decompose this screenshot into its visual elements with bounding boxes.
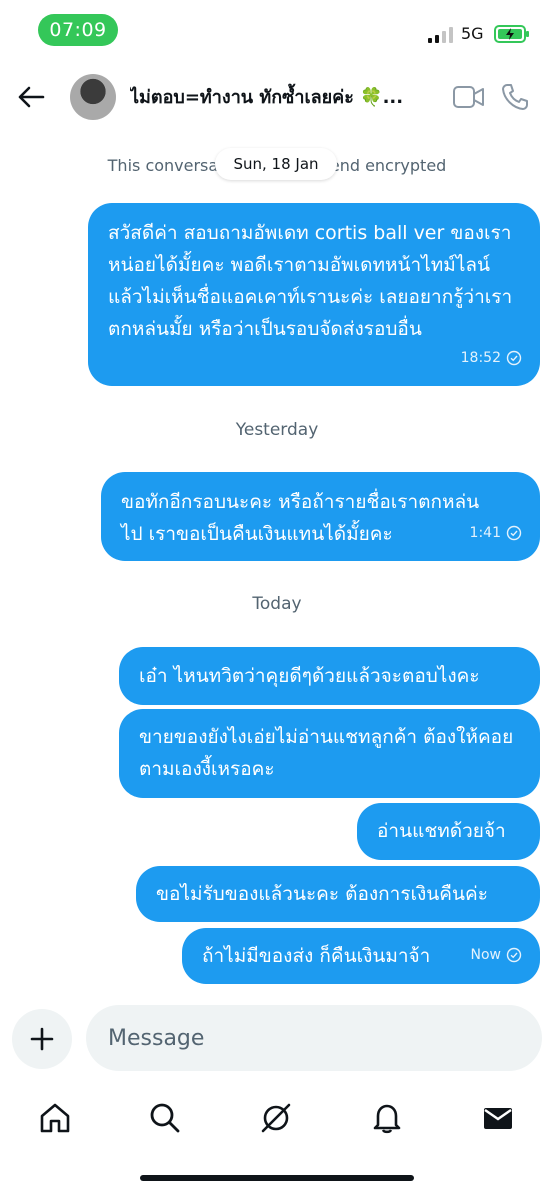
- message-input[interactable]: [86, 1005, 542, 1071]
- message-bubble[interactable]: ขายของยังไงเอ่ยไม่อ่านแชทลูกค้า ต้องให้ค…: [119, 709, 540, 798]
- add-attachment-button[interactable]: [12, 1009, 72, 1069]
- phone-icon[interactable]: [500, 82, 530, 112]
- message-bubble[interactable]: อ่านแชทด้วยจ้า: [357, 803, 540, 860]
- battery-icon: [494, 25, 529, 43]
- message-meta: Now: [471, 939, 523, 971]
- message-time: Now: [470, 947, 502, 963]
- message-bubble[interactable]: ขอทักอีกรอบนะคะ หรือถ้ารายชื่อเราตกหล่นไ…: [101, 472, 540, 561]
- home-icon: [40, 1103, 70, 1133]
- signal-icon: [428, 27, 453, 43]
- message-text: เอ๋า ไหนทวิตว่าคุยดีๆด้วยแล้วจะตอบไงคะ: [139, 665, 480, 687]
- message-meta: 18:52: [461, 342, 522, 374]
- network-label: 5G: [461, 24, 484, 43]
- message-bubble[interactable]: ขอไม่รับของแล้วนะคะ ต้องการเงินคืนค่ะ: [136, 866, 540, 922]
- date-chip: Sun, 18 Jan: [215, 148, 337, 180]
- status-bar: 07:09 5G: [0, 0, 554, 62]
- home-indicator: [140, 1175, 414, 1181]
- message-text: ถ้าไม่มีของส่ง ก็คืนเงินมาจ้า: [202, 945, 431, 967]
- message-text: สวัสดีค่า สอบถามอัพเดท cortis ball ver ข…: [108, 222, 513, 340]
- tab-messages[interactable]: [480, 1100, 516, 1136]
- message-bubble[interactable]: สวัสดีค่า สอบถามอัพเดท cortis ball ver ข…: [88, 203, 540, 386]
- check-circle-icon: [506, 525, 522, 541]
- message-time: 18:52: [460, 350, 501, 366]
- back-button[interactable]: [14, 80, 48, 114]
- bottom-tab-bar: [0, 1090, 554, 1144]
- message-composer: [0, 1003, 554, 1073]
- arrow-left-icon: [18, 86, 45, 108]
- day-separator-yesterday: Yesterday: [235, 420, 319, 440]
- message-text: อ่านแชทด้วยจ้า: [377, 820, 506, 842]
- message-bubble[interactable]: เอ๋า ไหนทวิตว่าคุยดีๆด้วยแล้วจะตอบไงคะ: [119, 647, 540, 705]
- tab-grok[interactable]: [258, 1100, 294, 1136]
- status-time: 07:09: [38, 14, 118, 46]
- tab-search[interactable]: [147, 1100, 183, 1136]
- avatar[interactable]: [70, 74, 116, 120]
- grok-icon: [261, 1103, 291, 1133]
- message-text: ขอไม่รับของแล้วนะคะ ต้องการเงินคืนค่ะ: [156, 883, 488, 905]
- plus-icon: [30, 1027, 54, 1051]
- envelope-icon: [484, 1108, 512, 1129]
- check-circle-icon: [506, 350, 522, 366]
- search-icon: [150, 1103, 180, 1133]
- tab-notifications[interactable]: [369, 1100, 405, 1136]
- message-text: ขอทักอีกรอบนะคะ หรือถ้ารายชื่อเราตกหล่นไ…: [121, 491, 480, 545]
- message-bubble[interactable]: ถ้าไม่มีของส่ง ก็คืนเงินมาจ้า Now: [182, 928, 540, 984]
- bell-icon: [373, 1104, 401, 1134]
- message-text: ขายของยังไงเอ่ยไม่อ่านแชทลูกค้า ต้องให้ค…: [139, 726, 514, 780]
- day-separator-today: Today: [252, 594, 302, 614]
- chat-title[interactable]: ไม่ตอบ=ทำงาน ทักซ้ำเลยค่ะ 🍀...: [130, 82, 430, 111]
- check-circle-icon: [506, 947, 522, 963]
- tab-home[interactable]: [37, 1100, 73, 1136]
- chat-header: ไม่ตอบ=ทำงาน ทักซ้ำเลยค่ะ 🍀...: [0, 62, 554, 132]
- message-meta: 1:41: [470, 517, 522, 549]
- message-time: 1:41: [469, 525, 501, 541]
- video-camera-icon[interactable]: [452, 84, 486, 110]
